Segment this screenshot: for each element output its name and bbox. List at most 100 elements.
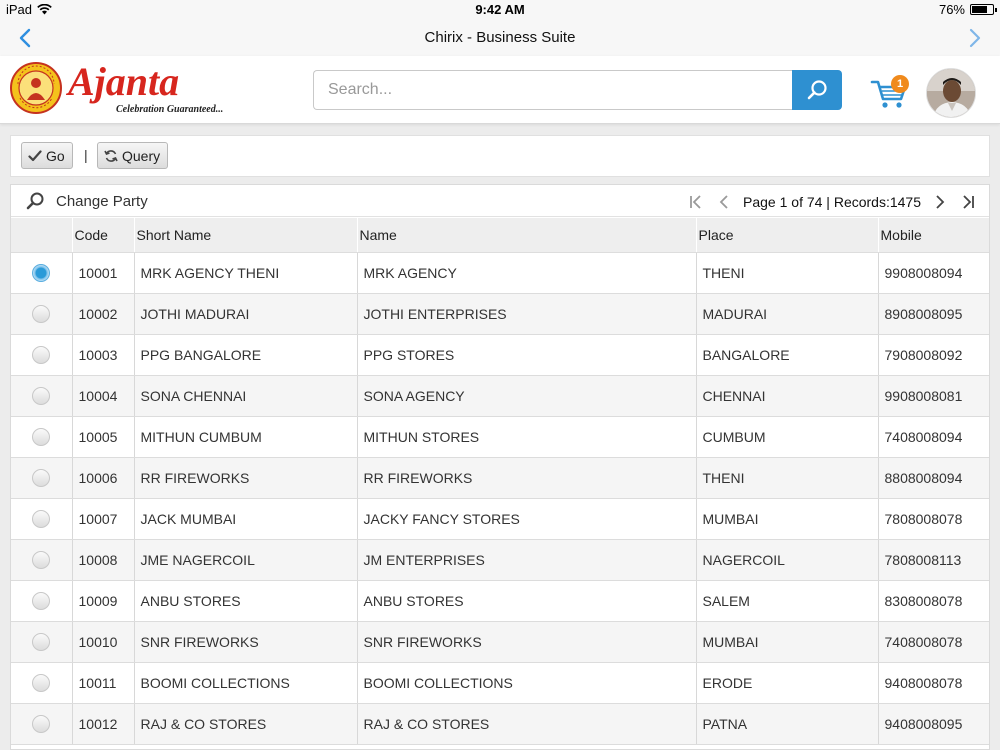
cell-place: THENI (696, 252, 879, 294)
row-radio-button[interactable] (32, 468, 51, 487)
cell-place: MUMBAI (696, 621, 879, 663)
column-header-short-name[interactable]: Short Name (134, 218, 358, 253)
cell-code: 10006 (72, 457, 135, 499)
column-header-name[interactable]: Name (357, 218, 697, 253)
table-body: 10001 MRK AGENCY THENI MRK AGENCY THENI 9908… (11, 252, 989, 745)
table-row[interactable]: 10011 BOOMI COLLECTIONS BOOMI COLLECTIONS E… (11, 662, 989, 704)
table-row[interactable]: 10008 JME NAGERCOIL JM ENTERPRISES NAGERCOI… (11, 539, 989, 581)
cell-short-name: MITHUN CUMBUM (134, 416, 358, 458)
row-select-cell[interactable] (11, 703, 73, 745)
row-select-cell[interactable] (11, 621, 73, 663)
row-select-cell[interactable] (11, 457, 73, 499)
row-radio-button[interactable] (32, 714, 51, 733)
row-select-cell[interactable] (11, 375, 73, 417)
magnifier-icon (26, 192, 44, 210)
go-button-label: Go (46, 147, 65, 164)
row-radio-button[interactable] (32, 304, 51, 323)
app-header: Ajanta Celebration Guaranteed... 1 (0, 56, 1000, 124)
table-row[interactable]: 10004 SONA CHENNAI SONA AGENCY CHENNAI 99080… (11, 375, 989, 417)
row-select-cell[interactable] (11, 252, 73, 294)
cell-mobile: 9908008081 (878, 375, 989, 417)
cell-mobile: 7808008078 (878, 498, 989, 540)
cell-mobile: 8908008095 (878, 293, 989, 335)
cell-place: SALEM (696, 580, 879, 622)
ajanta-seal-logo (10, 62, 62, 114)
table-row[interactable]: 10010 SNR FIREWORKS SNR FIREWORKS MUMBAI 740… (11, 621, 989, 663)
battery-percent: 76% (938, 2, 965, 17)
pager-status: Page 1 of 74 | Records:1475 (743, 194, 921, 210)
query-button[interactable]: Query (97, 142, 168, 169)
cell-name: JOTHI ENTERPRISES (357, 293, 697, 335)
row-select-cell[interactable] (11, 539, 73, 581)
cell-name: MRK AGENCY (357, 252, 697, 294)
last-page-icon[interactable] (959, 193, 977, 211)
cell-code: 10009 (72, 580, 135, 622)
row-select-cell[interactable] (11, 334, 73, 376)
cell-short-name: RAJ & CO STORES (134, 703, 358, 745)
cell-mobile: 7908008092 (878, 334, 989, 376)
row-radio-button[interactable] (32, 632, 51, 651)
next-page-icon[interactable] (931, 193, 949, 211)
row-radio-button[interactable] (32, 427, 51, 446)
row-select-cell[interactable] (11, 416, 73, 458)
row-radio-button[interactable] (32, 345, 51, 364)
cell-code: 10008 (72, 539, 135, 581)
row-select-cell[interactable] (11, 662, 73, 704)
table-row[interactable]: 10006 RR FIREWORKS RR FIREWORKS THENI 880800… (11, 457, 989, 499)
table-row[interactable]: 10002 JOTHI MADURAI JOTHI ENTERPRISES MADUR… (11, 293, 989, 335)
cell-short-name: JACK MUMBAI (134, 498, 358, 540)
query-button-label: Query (122, 147, 161, 164)
cell-code: 10012 (72, 703, 135, 745)
cell-code: 10004 (72, 375, 135, 417)
column-header-mobile[interactable]: Mobile (878, 218, 989, 253)
user-photo-icon (927, 69, 975, 117)
cell-name: SONA AGENCY (357, 375, 697, 417)
nav-bar: Chirix - Business Suite (0, 20, 1000, 56)
cell-code: 10005 (72, 416, 135, 458)
forward-chevron-icon[interactable] (962, 26, 986, 50)
row-radio-button[interactable] (32, 263, 51, 282)
pager: Page 1 of 74 | Records:1475 (687, 191, 977, 213)
prev-page-icon[interactable] (715, 193, 733, 211)
status-right: 76% (938, 2, 997, 17)
table-row[interactable]: 10001 MRK AGENCY THENI MRK AGENCY THENI 9908… (11, 252, 989, 294)
search-button[interactable] (792, 70, 842, 110)
cell-place: CHENNAI (696, 375, 879, 417)
column-header-code[interactable]: Code (72, 218, 135, 253)
cell-name: ANBU STORES (357, 580, 697, 622)
table-row[interactable]: 10005 MITHUN CUMBUM MITHUN STORES CUMBUM 740… (11, 416, 989, 458)
row-select-cell[interactable] (11, 293, 73, 335)
cell-place: CUMBUM (696, 416, 879, 458)
cell-mobile: 7808008113 (878, 539, 989, 581)
table-row[interactable]: 10012 RAJ & CO STORES RAJ & CO STORES PATNA… (11, 703, 989, 745)
battery-icon (970, 4, 997, 15)
row-radio-button[interactable] (32, 386, 51, 405)
row-select-cell[interactable] (11, 580, 73, 622)
row-radio-button[interactable] (32, 509, 51, 528)
column-header-place[interactable]: Place (696, 218, 879, 253)
row-select-cell[interactable] (11, 498, 73, 540)
cell-code: 10003 (72, 334, 135, 376)
go-button[interactable]: Go (21, 142, 73, 169)
column-header-select (11, 218, 73, 253)
grid-caption: Change Party (56, 193, 148, 210)
cell-mobile: 8308008078 (878, 580, 989, 622)
cell-short-name: PPG BANGALORE (134, 334, 358, 376)
cell-code: 10002 (72, 293, 135, 335)
table-header-row: Code Short Name Name Place Mobile (11, 218, 989, 253)
user-avatar[interactable] (926, 68, 976, 118)
row-radio-button[interactable] (32, 673, 51, 692)
status-time: 9:42 AM (475, 2, 525, 17)
cell-mobile: 9908008094 (878, 252, 989, 294)
refresh-icon (104, 149, 118, 162)
table-row[interactable]: 10009 ANBU STORES ANBU STORES SALEM 83080080… (11, 580, 989, 622)
first-page-icon[interactable] (687, 193, 705, 211)
cell-name: JM ENTERPRISES (357, 539, 697, 581)
row-radio-button[interactable] (32, 591, 51, 610)
row-radio-button[interactable] (32, 550, 51, 569)
search-input[interactable] (313, 70, 793, 110)
cell-mobile: 9408008095 (878, 703, 989, 745)
table-row[interactable]: 10003 PPG BANGALORE PPG STORES BANGALORE 790… (11, 334, 989, 376)
cell-name: RR FIREWORKS (357, 457, 697, 499)
table-row[interactable]: 10007 JACK MUMBAI JACKY FANCY STORES MUMBAI… (11, 498, 989, 540)
